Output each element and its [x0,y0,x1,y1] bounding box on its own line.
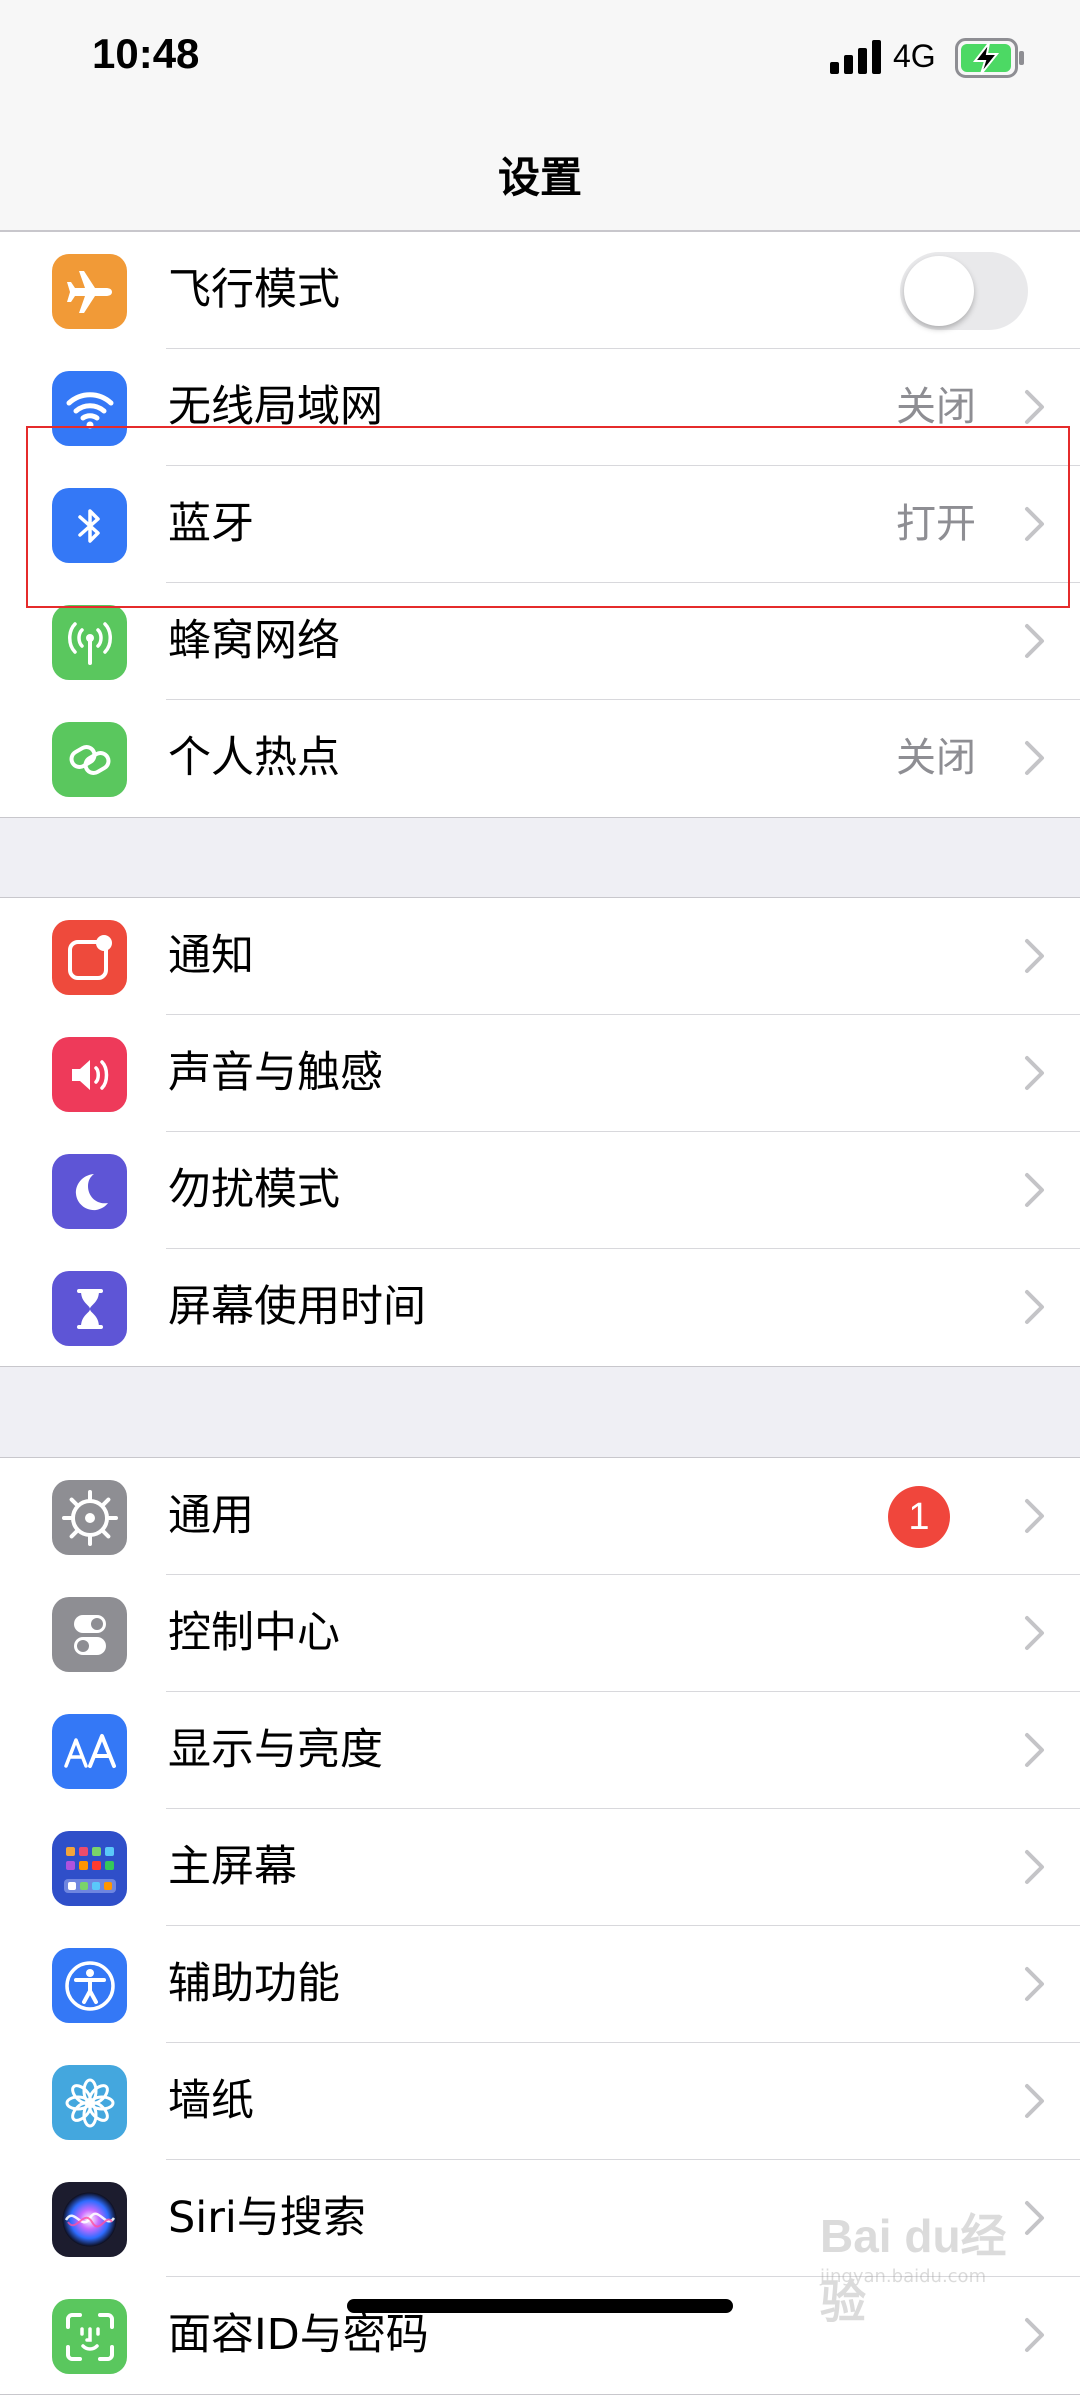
settings-row-home-screen[interactable]: 主屏幕 [0,1809,1080,1926]
notifications-icon [52,920,127,995]
hourglass-icon [52,1271,127,1346]
chevron-right-icon [1025,1290,1044,1324]
chevron-right-icon [1025,507,1044,541]
text-size-icon [52,1714,127,1789]
status-bar: 10:48 4G [0,0,1080,120]
settings-row-label: 屏幕使用时间 [168,1282,426,1332]
settings-row-cellular[interactable]: 蜂窝网络 [0,583,1080,700]
settings-row-label: 蓝牙 [168,499,254,549]
chevron-right-icon [1025,624,1044,658]
settings-row-label: Siri与搜索 [168,2193,366,2243]
chevron-right-icon [1025,2318,1044,2352]
accessibility-icon [52,1948,127,2023]
settings-row-accessibility[interactable]: 辅助功能 [0,1926,1080,2043]
bluetooth-icon [52,488,127,563]
chevron-right-icon [1025,1499,1044,1533]
chevron-right-icon [1025,939,1044,973]
settings-row-label: 声音与触感 [168,1048,383,1098]
settings-row-label: 辅助功能 [168,1959,340,2009]
chevron-right-icon [1025,1733,1044,1767]
signal-strength-icon [830,40,881,74]
update-badge: 1 [888,1486,950,1548]
settings-row-airplane-mode[interactable]: 飞行模式 [0,232,1080,349]
toggles-icon [52,1597,127,1672]
wifi-icon [52,371,127,446]
settings-row-control-center[interactable]: 控制中心 [0,1575,1080,1692]
chevron-right-icon [1025,1850,1044,1884]
settings-row-label: 勿扰模式 [168,1165,340,1215]
settings-row-value: 打开 [896,501,976,547]
page-title: 设置 [497,153,582,202]
gear-icon [52,1480,127,1555]
settings-row-face-id[interactable]: 面容ID与密码 [0,2277,1080,2394]
siri-icon [52,2182,127,2257]
network-type-label: 4G [893,38,936,74]
settings-row-sounds[interactable]: 声音与触感 [0,1015,1080,1132]
chevron-right-icon [1025,390,1044,424]
chevron-right-icon [1025,741,1044,775]
chevron-right-icon [1025,1173,1044,1207]
settings-row-wallpaper[interactable]: 墙纸 [0,2043,1080,2160]
settings-row-bluetooth[interactable]: 蓝牙 打开 [0,466,1080,583]
status-time: 10:48 [92,30,200,77]
moon-icon [52,1154,127,1229]
settings-row-display[interactable]: 显示与亮度 [0,1692,1080,1809]
settings-row-wifi[interactable]: 无线局域网 关闭 [0,349,1080,466]
navigation-bar: 设置 [0,120,1080,231]
chevron-right-icon [1025,2201,1044,2235]
settings-row-general[interactable]: 通用 1 [0,1458,1080,1575]
flower-icon [52,2065,127,2140]
hotspot-link-icon [52,722,127,797]
settings-group-notifications: 通知 声音与触感 勿扰模式 屏幕使用时间 [0,897,1080,1367]
chevron-right-icon [1025,2084,1044,2118]
settings-group-connectivity: 飞行模式 无线局域网 关闭 蓝牙 打开 蜂窝网络 个人热点 关闭 [0,231,1080,818]
settings-row-label: 蜂窝网络 [168,616,340,666]
settings-group-general: 通用 1 控制中心 显示与亮度 主屏幕 辅助功能 墙纸 Siri与搜索 面容ID… [0,1457,1080,2395]
speaker-icon [52,1037,127,1112]
settings-row-screen-time[interactable]: 屏幕使用时间 [0,1249,1080,1366]
settings-row-label: 墙纸 [168,2076,254,2126]
settings-row-value: 关闭 [896,735,976,781]
settings-row-label: 控制中心 [168,1608,340,1658]
settings-row-value: 关闭 [896,384,976,430]
settings-row-notifications[interactable]: 通知 [0,898,1080,1015]
chevron-right-icon [1025,1616,1044,1650]
settings-row-hotspot[interactable]: 个人热点 关闭 [0,700,1080,817]
settings-row-label: 通用 [168,1491,254,1541]
settings-row-label: 通知 [168,931,254,981]
settings-row-label: 面容ID与密码 [168,2310,429,2360]
settings-row-siri[interactable]: Siri与搜索 [0,2160,1080,2277]
battery-charging-icon [955,38,1024,78]
settings-row-label: 个人热点 [168,733,340,783]
settings-row-do-not-disturb[interactable]: 勿扰模式 [0,1132,1080,1249]
settings-row-label: 飞行模式 [168,265,340,315]
settings-row-label: 无线局域网 [168,382,383,432]
airplane-mode-toggle[interactable] [900,252,1028,330]
toggle-knob [904,256,974,326]
chevron-right-icon [1025,1967,1044,2001]
home-screen-grid-icon [52,1831,127,1906]
settings-row-label: 主屏幕 [168,1842,297,1892]
airplane-icon [52,254,127,329]
chevron-right-icon [1025,1056,1044,1090]
cellular-antenna-icon [52,605,127,680]
home-indicator[interactable] [347,2299,733,2313]
settings-row-label: 显示与亮度 [168,1725,383,1775]
